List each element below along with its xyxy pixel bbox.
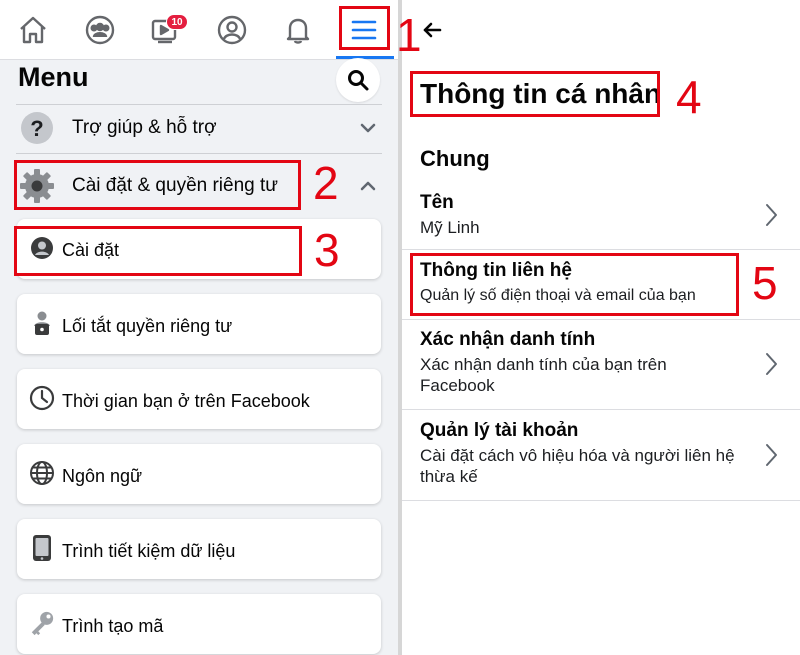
svg-text:?: ? (30, 116, 43, 141)
nav-notifications[interactable] (278, 10, 318, 50)
list-item-identity-confirmation[interactable]: Xác nhận danh tính Xác nhận danh tính củ… (402, 327, 800, 407)
list-item-subtitle: Mỹ Linh (420, 218, 480, 237)
list-item-account-management[interactable]: Quản lý tài khoản Cài đặt cách vô hiệu h… (402, 418, 800, 498)
annotation-box-title (410, 71, 660, 117)
nav-groups[interactable] (80, 10, 120, 50)
nav-home[interactable] (13, 10, 53, 50)
personal-info-panel: Thông tin cá nhân Chung Tên Mỹ Linh Thôn… (402, 0, 800, 655)
annotation-box-settings-privacy (14, 160, 301, 210)
menu-item-label: Lối tắt quyền riêng tư (62, 316, 233, 336)
phone-icon (29, 535, 55, 561)
list-item-title: Xác nhận danh tính (420, 329, 596, 350)
menu-item-language[interactable]: Ngôn ngữ (17, 444, 381, 504)
row-divider (402, 409, 800, 410)
list-item-name[interactable]: Tên Mỹ Linh (402, 190, 800, 248)
notification-badge: 10 (166, 14, 188, 30)
help-icon: ? (19, 110, 55, 146)
list-item-subtitle: Cài đặt cách vô hiệu hóa và người liên h… (420, 446, 735, 486)
menu-title: Menu (18, 62, 89, 92)
annotation-box-menu (339, 6, 390, 50)
annotation-number-4: 4 (676, 71, 702, 123)
top-nav-bar: 10 (0, 0, 398, 60)
menu-item-data-saver[interactable]: Trình tiết kiệm dữ liệu (17, 519, 381, 579)
menu-panel: 10 Menu ? Trợ giúp & hỗ trợ Cài đặt & qu… (0, 0, 398, 655)
annotation-number-3: 3 (314, 224, 340, 276)
chevron-up-icon (360, 181, 376, 191)
row-divider (402, 249, 800, 250)
list-item-subtitle: Xác nhận danh tính của bạn trên Facebook (420, 355, 667, 395)
home-icon (20, 16, 46, 44)
search-icon (348, 70, 369, 91)
menu-item-label: Trình tiết kiệm dữ liệu (62, 541, 236, 561)
annotation-number-2: 2 (313, 157, 339, 209)
menu-item-code-generator[interactable]: Trình tạo mã (17, 594, 381, 654)
menu-item-label: Trình tạo mã (62, 616, 164, 636)
globe-icon (29, 460, 55, 486)
chevron-down-icon (360, 123, 376, 133)
list-item-title: Quản lý tài khoản (420, 420, 579, 441)
chevron-right-icon (766, 444, 777, 466)
groups-icon (85, 15, 115, 45)
bell-icon (286, 18, 310, 44)
section-help-support[interactable]: ? Trợ giúp & hỗ trợ (0, 103, 398, 153)
clock-icon (29, 385, 55, 411)
nav-profile[interactable] (212, 10, 252, 50)
lock-user-icon (29, 310, 55, 336)
row-divider (402, 319, 800, 320)
annotation-box-settings (14, 226, 302, 276)
menu-item-time-on-facebook[interactable]: Thời gian bạn ở trên Facebook (17, 369, 381, 429)
section-divider (16, 153, 382, 154)
annotation-box-contact-info (410, 253, 739, 316)
back-arrow-icon[interactable] (420, 18, 444, 42)
annotation-number-5: 5 (752, 257, 778, 309)
key-icon (29, 610, 55, 636)
annotation-number-1: 1 (396, 9, 422, 61)
nav-divider (0, 59, 398, 60)
section-label: Trợ giúp & hỗ trợ (72, 117, 217, 138)
profile-icon (217, 15, 247, 45)
search-button[interactable] (336, 58, 380, 102)
menu-item-label: Ngôn ngữ (62, 466, 143, 486)
section-heading: Chung (420, 146, 490, 171)
list-item-title: Tên (420, 192, 454, 213)
menu-item-label: Thời gian bạn ở trên Facebook (62, 391, 310, 411)
row-divider (402, 500, 800, 501)
chevron-right-icon (766, 353, 777, 375)
chevron-right-icon (766, 204, 777, 226)
menu-item-privacy-shortcuts[interactable]: Lối tắt quyền riêng tư (17, 294, 381, 354)
